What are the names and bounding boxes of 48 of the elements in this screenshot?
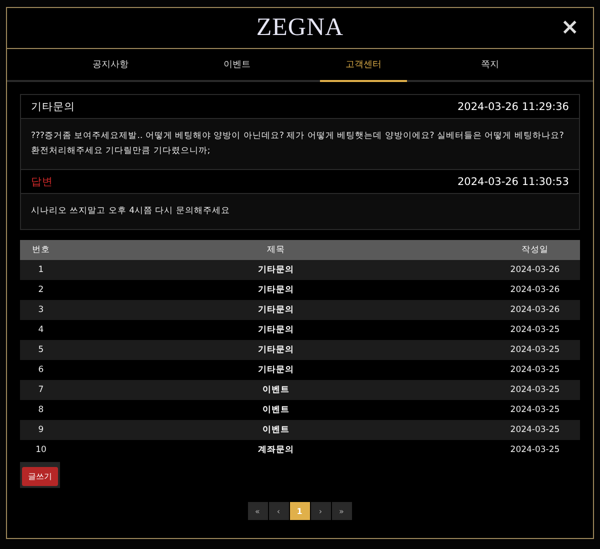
post-link[interactable]: 이벤트 xyxy=(262,405,290,415)
table-cell: 6 xyxy=(38,365,44,375)
post-link[interactable]: 기타문의 xyxy=(258,265,294,275)
post-link[interactable]: 이벤트 xyxy=(262,385,290,395)
post-link[interactable]: 계좌문의 xyxy=(258,445,294,455)
answer-title: 답변 xyxy=(31,174,53,188)
tab[interactable]: 고객센터 xyxy=(320,49,406,82)
page-button[interactable]: » xyxy=(332,502,352,520)
table-cell: 2024-03-25 xyxy=(510,345,560,355)
post-link[interactable]: 기타문의 xyxy=(258,325,294,335)
post-link[interactable]: 기타문의 xyxy=(258,365,294,375)
table-cell: 5 xyxy=(38,345,44,355)
page-button[interactable]: ‹ xyxy=(268,502,288,520)
table-cell: 4 xyxy=(38,325,44,335)
post-link[interactable]: 기타문의 xyxy=(258,345,294,355)
table-cell: 2024-03-26 xyxy=(510,265,560,275)
table-cell: 3 xyxy=(38,305,44,315)
table-cell: 2024-03-25 xyxy=(510,385,560,395)
post-link[interactable]: 기타문의 xyxy=(258,305,294,315)
table-cell: 2024-03-25 xyxy=(510,405,560,415)
tab[interactable]: 쪽지 xyxy=(446,49,533,82)
table-cell: 2024-03-26 xyxy=(510,285,560,295)
post-time: 2024-03-26 11:29:36 xyxy=(457,100,569,112)
logo: ZEGNA xyxy=(256,14,344,42)
column-header: 제목 xyxy=(62,240,490,260)
table-cell: 2024-03-25 xyxy=(510,425,560,435)
table-cell: 2024-03-25 xyxy=(510,325,560,335)
page-button[interactable]: « xyxy=(248,502,268,520)
table-cell: 2024-03-26 xyxy=(510,305,560,315)
table-cell: 10 xyxy=(36,445,46,455)
table-cell: 7 xyxy=(38,385,44,395)
table-cell: 2 xyxy=(38,285,44,295)
table-cell: 2024-03-25 xyxy=(510,445,560,455)
table-cell: 8 xyxy=(38,405,44,415)
answer-time: 2024-03-26 11:30:53 xyxy=(457,176,569,188)
page-button[interactable]: › xyxy=(310,502,330,520)
post-link[interactable]: 이벤트 xyxy=(262,425,290,435)
table-cell: 2024-03-25 xyxy=(510,365,560,375)
column-header: 작성일 xyxy=(490,240,580,260)
tab[interactable]: 공지사항 xyxy=(67,49,154,82)
write-button[interactable]: 글쓰기 xyxy=(22,467,58,486)
close-button[interactable]: × xyxy=(560,17,579,39)
tab[interactable]: 이벤트 xyxy=(194,49,280,82)
post-link[interactable]: 기타문의 xyxy=(258,285,294,295)
table-cell: 1 xyxy=(38,265,44,275)
table-cell: 9 xyxy=(38,425,44,435)
column-header: 번호 xyxy=(20,240,62,260)
post-title: 기타문의 xyxy=(31,100,75,114)
